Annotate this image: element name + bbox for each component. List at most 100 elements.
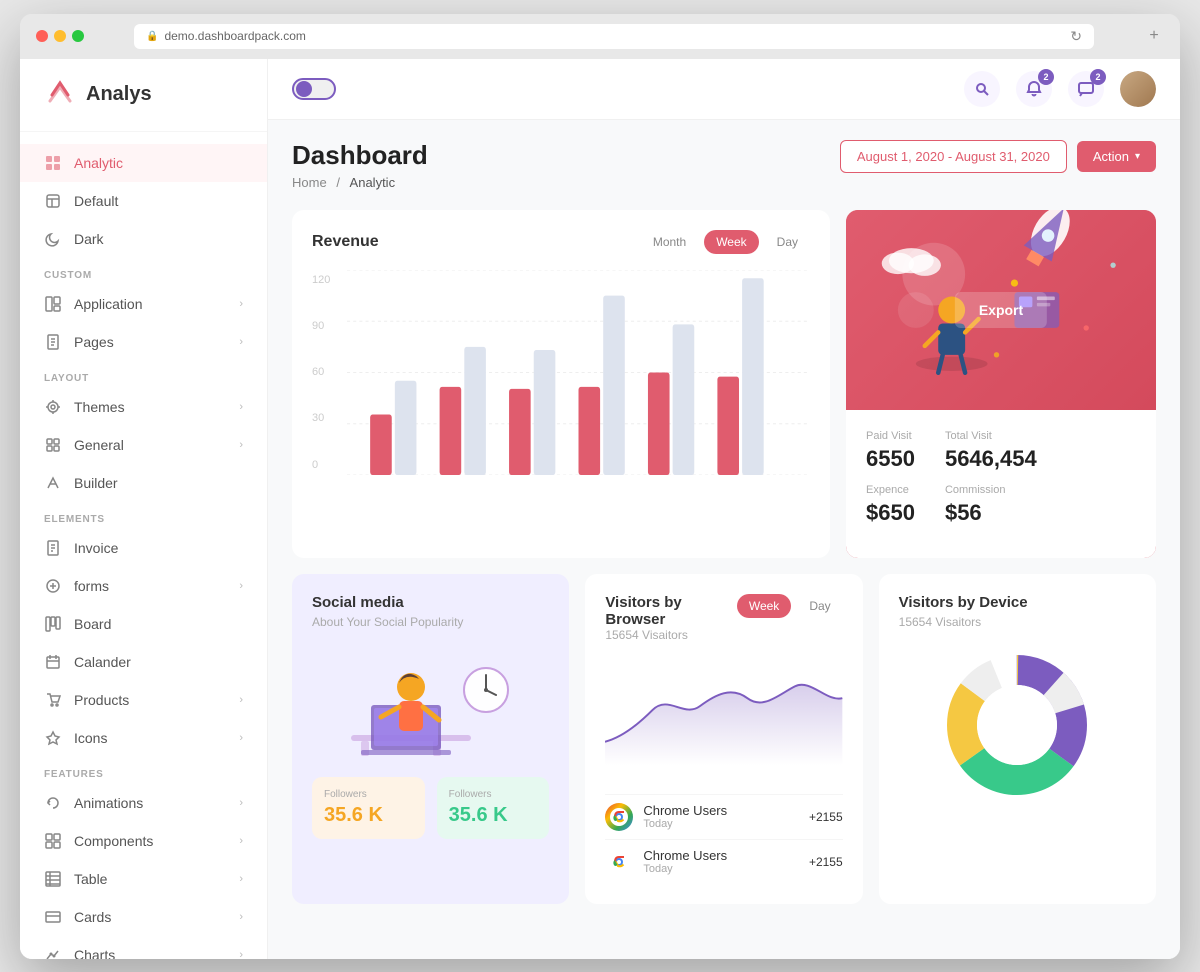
sidebar-item-dark[interactable]: Dark <box>20 220 267 258</box>
header-actions: August 1, 2020 - August 31, 2020 Action … <box>840 140 1156 173</box>
chevron-right-icon: › <box>239 732 243 744</box>
sidebar-item-table[interactable]: Table › <box>20 860 267 898</box>
sidebar-item-calendar[interactable]: Calander <box>20 643 267 681</box>
expense-value: $650 <box>866 500 915 526</box>
user-avatar[interactable] <box>1120 71 1156 107</box>
maximize-button[interactable] <box>72 30 84 42</box>
general-icon <box>44 436 62 454</box>
chevron-right-icon: › <box>239 911 243 923</box>
avatar-image <box>1120 71 1156 107</box>
followers-label-2: Followers <box>449 789 538 800</box>
section-label-custom: CUSTOM <box>20 258 267 285</box>
sidebar-item-board-label: Board <box>74 616 111 632</box>
sidebar-item-themes-label: Themes <box>74 399 125 415</box>
sidebar-item-products-label: Products <box>74 692 129 708</box>
sidebar-item-general[interactable]: General › <box>20 426 267 464</box>
browser-item-name: Chrome Users <box>643 803 727 818</box>
revenue-tab-group: Month Week Day <box>641 230 810 254</box>
sidebar-item-board[interactable]: Board <box>20 605 267 643</box>
sidebar-item-forms-label: forms <box>74 578 109 594</box>
messages-button[interactable]: 2 <box>1068 71 1104 107</box>
chrome-icon <box>605 803 633 831</box>
breadcrumb-current: Analytic <box>350 175 396 190</box>
revenue-chart: 120 90 60 30 0 <box>312 270 810 500</box>
sidebar-item-animations[interactable]: Animations › <box>20 784 267 822</box>
close-button[interactable] <box>36 30 48 42</box>
sidebar-item-components[interactable]: Components › <box>20 822 267 860</box>
y-label-30: 30 <box>312 412 330 424</box>
sidebar-item-components-label: Components <box>74 833 153 849</box>
tab-week-button[interactable]: Week <box>704 230 758 254</box>
chevron-right-icon: › <box>239 873 243 885</box>
browser-item-change: +2155 <box>809 810 843 824</box>
visitors-device-card: Visitors by Device 15654 Visaitors <box>879 574 1156 904</box>
logo-text: Analys <box>86 83 152 106</box>
search-button[interactable] <box>964 71 1000 107</box>
browser-tab-week[interactable]: Week <box>737 594 791 618</box>
refresh-button[interactable]: ↻ <box>1070 28 1082 45</box>
sidebar-item-application-label: Application <box>74 296 143 312</box>
stats-row-finance: Expence $650 Commission $56 <box>866 484 1136 526</box>
total-visit-label: Total Visit <box>945 430 1037 442</box>
social-card-subtitle: About Your Social Popularity <box>312 615 549 629</box>
social-media-card: Social media About Your Social Popularit… <box>292 574 569 904</box>
app-container: Analys Analytic Default <box>20 59 1180 959</box>
y-label-90: 90 <box>312 320 330 332</box>
visitors-browser-header: Visitors by Browser 15654 Visaitors Week… <box>605 594 842 642</box>
sidebar-item-pages[interactable]: Pages › <box>20 323 267 361</box>
revenue-card-title: Revenue <box>312 233 379 251</box>
visitors-browser-title-area: Visitors by Browser 15654 Visaitors <box>605 594 737 642</box>
section-label-features: FEATURES <box>20 757 267 784</box>
sidebar-item-analytic[interactable]: Analytic <box>20 144 267 182</box>
sidebar-item-pages-label: Pages <box>74 334 114 350</box>
chevron-right-icon: › <box>239 797 243 809</box>
sidebar-item-invoice-label: Invoice <box>74 540 118 556</box>
sidebar-item-application[interactable]: Application › <box>20 285 267 323</box>
sidebar-item-builder[interactable]: Builder <box>20 464 267 502</box>
sidebar-item-charts[interactable]: Charts › <box>20 936 267 959</box>
components-icon <box>44 832 62 850</box>
browser-tab-day[interactable]: Day <box>797 594 842 618</box>
y-axis: 120 90 60 30 0 <box>312 270 330 475</box>
sidebar-item-invoice[interactable]: Invoice <box>20 529 267 567</box>
toggle-switch[interactable] <box>292 78 336 100</box>
minimize-button[interactable] <box>54 30 66 42</box>
toggle-control[interactable] <box>292 78 336 100</box>
notifications-button[interactable]: 2 <box>1016 71 1052 107</box>
sidebar-item-themes[interactable]: Themes › <box>20 388 267 426</box>
expense-label: Expence <box>866 484 915 496</box>
sidebar-item-products[interactable]: Products › <box>20 681 267 719</box>
breadcrumb-home: Home <box>292 175 327 190</box>
themes-icon <box>44 398 62 416</box>
commission-stat: Commission $56 <box>945 484 1006 526</box>
bottom-grid: Social media About Your Social Popularit… <box>292 574 1156 904</box>
tab-day-button[interactable]: Day <box>765 230 810 254</box>
stats-row-visits: Paid Visit 6550 Total Visit 5646,454 <box>866 430 1136 472</box>
stats-card: Export Paid Visit 6550 Total Visit 5 <box>846 210 1156 558</box>
followers-value-1: 35.6 K <box>324 804 413 827</box>
tab-month-button[interactable]: Month <box>641 230 698 254</box>
lock-icon: 🔒 <box>146 31 158 42</box>
social-illustration <box>312 645 549 765</box>
sidebar-item-forms[interactable]: forms › <box>20 567 267 605</box>
chevron-down-icon: ▾ <box>1135 151 1140 162</box>
date-range-button[interactable]: August 1, 2020 - August 31, 2020 <box>840 140 1067 173</box>
sidebar-item-cards[interactable]: Cards › <box>20 898 267 936</box>
sidebar-item-icons[interactable]: Icons › <box>20 719 267 757</box>
paid-visit-value: 6550 <box>866 446 915 472</box>
breadcrumb: Home / Analytic <box>292 175 428 190</box>
paid-visit-stat: Paid Visit 6550 <box>866 430 915 472</box>
calendar-icon <box>44 653 62 671</box>
followers-row: Followers 35.6 K Followers 35.6 K <box>312 777 549 839</box>
donut-chart-svg <box>937 645 1097 805</box>
visitors-browser-card: Visitors by Browser 15654 Visaitors Week… <box>585 574 862 904</box>
address-bar[interactable]: 🔒 demo.dashboardpack.com ↻ <box>134 24 1094 49</box>
sidebar-item-default[interactable]: Default <box>20 182 267 220</box>
export-button[interactable]: Export <box>955 292 1047 328</box>
browser-list-item-chrome-2: Chrome Users Today +2155 <box>605 839 842 884</box>
add-tab-button[interactable]: + <box>1144 26 1164 46</box>
action-button[interactable]: Action ▾ <box>1077 141 1156 172</box>
sidebar-item-analytic-label: Analytic <box>74 155 123 171</box>
followers-box-1: Followers 35.6 K <box>312 777 425 839</box>
url-text: demo.dashboardpack.com <box>164 29 305 43</box>
